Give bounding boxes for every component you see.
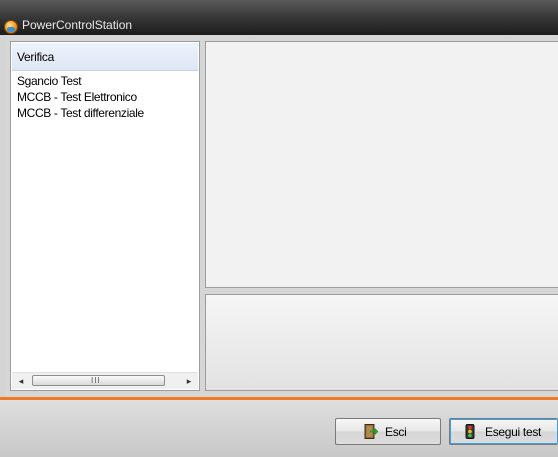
app-logo-icon bbox=[4, 20, 18, 34]
exit-button-label: Esci bbox=[385, 425, 407, 439]
list-item-sgancio-test[interactable]: Sgancio Test bbox=[17, 73, 144, 89]
scroll-left-arrow-icon[interactable]: ◂ bbox=[16, 376, 26, 386]
exit-door-icon bbox=[364, 424, 378, 439]
list-header-label: Verifica bbox=[17, 50, 54, 64]
traffic-light-icon bbox=[465, 424, 475, 439]
status-panel bbox=[205, 294, 558, 391]
window-title: PowerControlStation bbox=[22, 18, 133, 32]
main-window: PowerControlStation Verifica Sgancio Tes… bbox=[0, 0, 558, 457]
run-test-button-label: Esegui test bbox=[485, 425, 542, 439]
scroll-right-arrow-icon[interactable]: ▸ bbox=[184, 376, 194, 386]
scrollbar-thumb[interactable]: III bbox=[32, 375, 165, 386]
exit-button[interactable]: Esci bbox=[335, 418, 441, 445]
list-item-mccb-test-differenziale[interactable]: MCCB - Test differenziale bbox=[17, 105, 144, 121]
run-test-button[interactable]: Esegui test bbox=[449, 418, 558, 445]
detail-panel bbox=[205, 41, 558, 288]
test-list-panel: Verifica Sgancio Test MCCB - Test Elettr… bbox=[10, 41, 200, 391]
test-list: Sgancio Test MCCB - Test Elettronico MCC… bbox=[17, 73, 144, 121]
scrollbar-grip-icon: III bbox=[91, 376, 101, 385]
list-item-mccb-test-elettronico[interactable]: MCCB - Test Elettronico bbox=[17, 89, 144, 105]
title-bar[interactable]: PowerControlStation bbox=[0, 0, 558, 35]
list-column-header[interactable]: Verifica bbox=[12, 43, 198, 71]
horizontal-scrollbar[interactable]: ◂ III ▸ bbox=[12, 372, 198, 389]
